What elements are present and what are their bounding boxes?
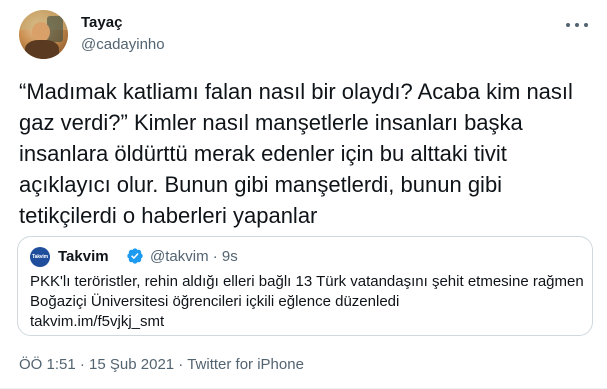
tweet-meta: ÖÖ 1:51 · 15 Şub 2021 · Twitter for iPho… [19, 356, 304, 373]
tweet-text: “Madımak katliamı falan nasıl bir olaydı… [19, 79, 573, 228]
quoted-text: PKK'lı teröristler, rehin aldığı elleri … [30, 273, 584, 330]
tweet-date[interactable]: 15 Şub 2021 [89, 356, 174, 373]
tweet-source[interactable]: Twitter for iPhone [187, 356, 304, 373]
tweet-card: Tayaç @cadayinho “Madımak katliamı falan… [0, 0, 607, 389]
verified-badge-icon [127, 248, 143, 264]
tweet-time[interactable]: ÖÖ 1:51 [19, 356, 76, 373]
quoted-handle-time[interactable]: @takvim · 9s [150, 248, 238, 265]
quoted-avatar[interactable]: Takvim [30, 247, 50, 267]
more-icon[interactable] [566, 18, 588, 32]
author-avatar[interactable] [19, 10, 68, 59]
quoted-name[interactable]: Takvim [58, 248, 109, 265]
meta-separator: · [174, 356, 188, 373]
quoted-tweet[interactable]: Takvim Takvim @takvim · 9s PKK'lı teröri… [17, 236, 593, 336]
author-handle[interactable]: @cadayinho [81, 36, 165, 53]
meta-separator: · [75, 356, 90, 373]
author-name[interactable]: Tayaç [81, 14, 122, 31]
